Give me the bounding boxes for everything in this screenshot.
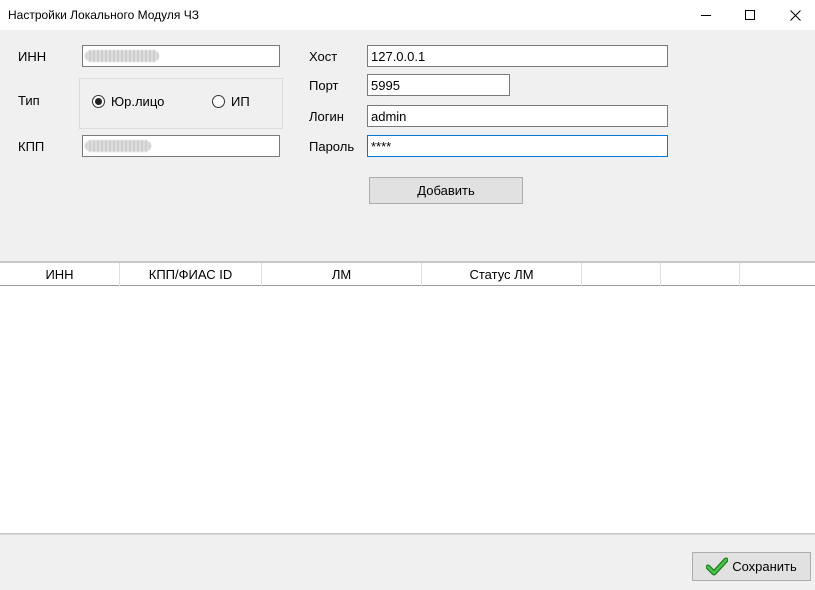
- maximize-icon: [745, 10, 755, 20]
- column-header-extra-2[interactable]: [661, 263, 740, 286]
- type-label: Тип: [18, 93, 40, 108]
- table-header: ИНН КПП/ФИАС ID ЛМ Статус ЛМ: [0, 263, 815, 286]
- close-button[interactable]: [772, 0, 815, 30]
- close-icon: [789, 9, 801, 21]
- column-header-extra-1[interactable]: [582, 263, 661, 286]
- radio-individual[interactable]: ИП: [212, 94, 250, 109]
- host-field[interactable]: 127.0.0.1: [367, 45, 668, 67]
- minimize-icon: [701, 14, 711, 16]
- modules-table[interactable]: ИНН КПП/ФИАС ID ЛМ Статус ЛМ: [0, 261, 815, 534]
- column-header-inn[interactable]: ИНН: [0, 263, 120, 286]
- column-header-extra-3[interactable]: [740, 263, 815, 286]
- login-field[interactable]: admin: [367, 105, 668, 127]
- radio-checked-icon: [92, 95, 105, 108]
- client-area: ИНН Тип Юр.лицо ИП КПП Хост 127.0.0.1 По…: [0, 30, 815, 590]
- kpp-field[interactable]: [82, 135, 280, 157]
- inn-label: ИНН: [18, 49, 47, 64]
- radio-legal-entity-label: Юр.лицо: [111, 94, 165, 109]
- save-button[interactable]: Сохранить: [692, 552, 811, 581]
- redacted-kpp: [85, 140, 151, 152]
- minimize-button[interactable]: [683, 0, 729, 30]
- port-field[interactable]: 5995: [367, 74, 510, 96]
- password-label: Пароль: [309, 139, 355, 154]
- radio-individual-label: ИП: [231, 94, 250, 109]
- radio-unchecked-icon: [212, 95, 225, 108]
- login-label: Логин: [309, 109, 344, 124]
- add-button[interactable]: Добавить: [369, 177, 523, 204]
- kpp-label: КПП: [18, 139, 45, 154]
- save-button-label: Сохранить: [732, 559, 797, 574]
- port-label: Порт: [309, 78, 339, 93]
- window-title: Настройки Локального Модуля ЧЗ: [8, 8, 199, 22]
- title-bar: Настройки Локального Модуля ЧЗ: [0, 0, 815, 30]
- column-header-lm[interactable]: ЛМ: [262, 263, 422, 286]
- column-header-kpp[interactable]: КПП/ФИАС ID: [120, 263, 262, 286]
- redacted-inn: [85, 50, 159, 62]
- inn-field[interactable]: [82, 45, 280, 67]
- check-icon: [706, 557, 729, 575]
- host-label: Хост: [309, 49, 338, 64]
- column-header-status[interactable]: Статус ЛМ: [422, 263, 582, 286]
- radio-legal-entity[interactable]: Юр.лицо: [92, 94, 164, 109]
- footer-divider: [0, 534, 815, 535]
- maximize-button[interactable]: [727, 0, 773, 30]
- password-field[interactable]: ****: [367, 135, 668, 157]
